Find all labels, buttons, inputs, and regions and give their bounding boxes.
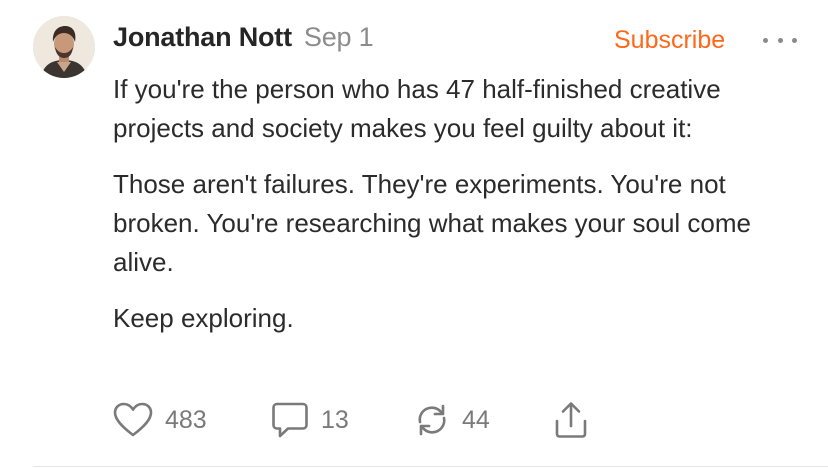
share-icon: [555, 402, 587, 438]
restack-count: 44: [462, 405, 490, 434]
like-button[interactable]: 483: [113, 402, 271, 438]
note-paragraph: If you're the person who has 47 half-fin…: [113, 74, 721, 143]
restack-arrows-icon: [418, 404, 446, 436]
avatar-portrait-icon: [33, 16, 95, 78]
dot: [792, 37, 797, 43]
post-date[interactable]: Sep 1: [304, 22, 374, 53]
divider: [33, 466, 828, 467]
note-paragraph: Keep exploring.: [113, 303, 294, 333]
note-body: If you're the person who has 47 half-fin…: [113, 70, 803, 355]
subscribe-button[interactable]: Subscribe: [614, 26, 725, 55]
more-dots-icon[interactable]: [763, 34, 797, 46]
note-paragraph: Those aren't failures. They're experimen…: [113, 169, 751, 277]
like-count: 483: [165, 405, 207, 434]
dot: [763, 37, 768, 43]
note-header: Jonathan Nott Sep 1: [113, 22, 374, 62]
author-name[interactable]: Jonathan Nott: [113, 22, 292, 53]
author-avatar[interactable]: [33, 16, 95, 78]
comment-button[interactable]: 13: [271, 401, 414, 439]
comment-bubble-icon: [272, 402, 308, 438]
share-button[interactable]: [554, 401, 588, 439]
restack-button[interactable]: 44: [414, 402, 554, 438]
dot: [777, 37, 783, 43]
action-bar: 483 13 44: [113, 398, 588, 442]
heart-icon: [113, 402, 153, 437]
comment-count: 13: [321, 405, 349, 434]
